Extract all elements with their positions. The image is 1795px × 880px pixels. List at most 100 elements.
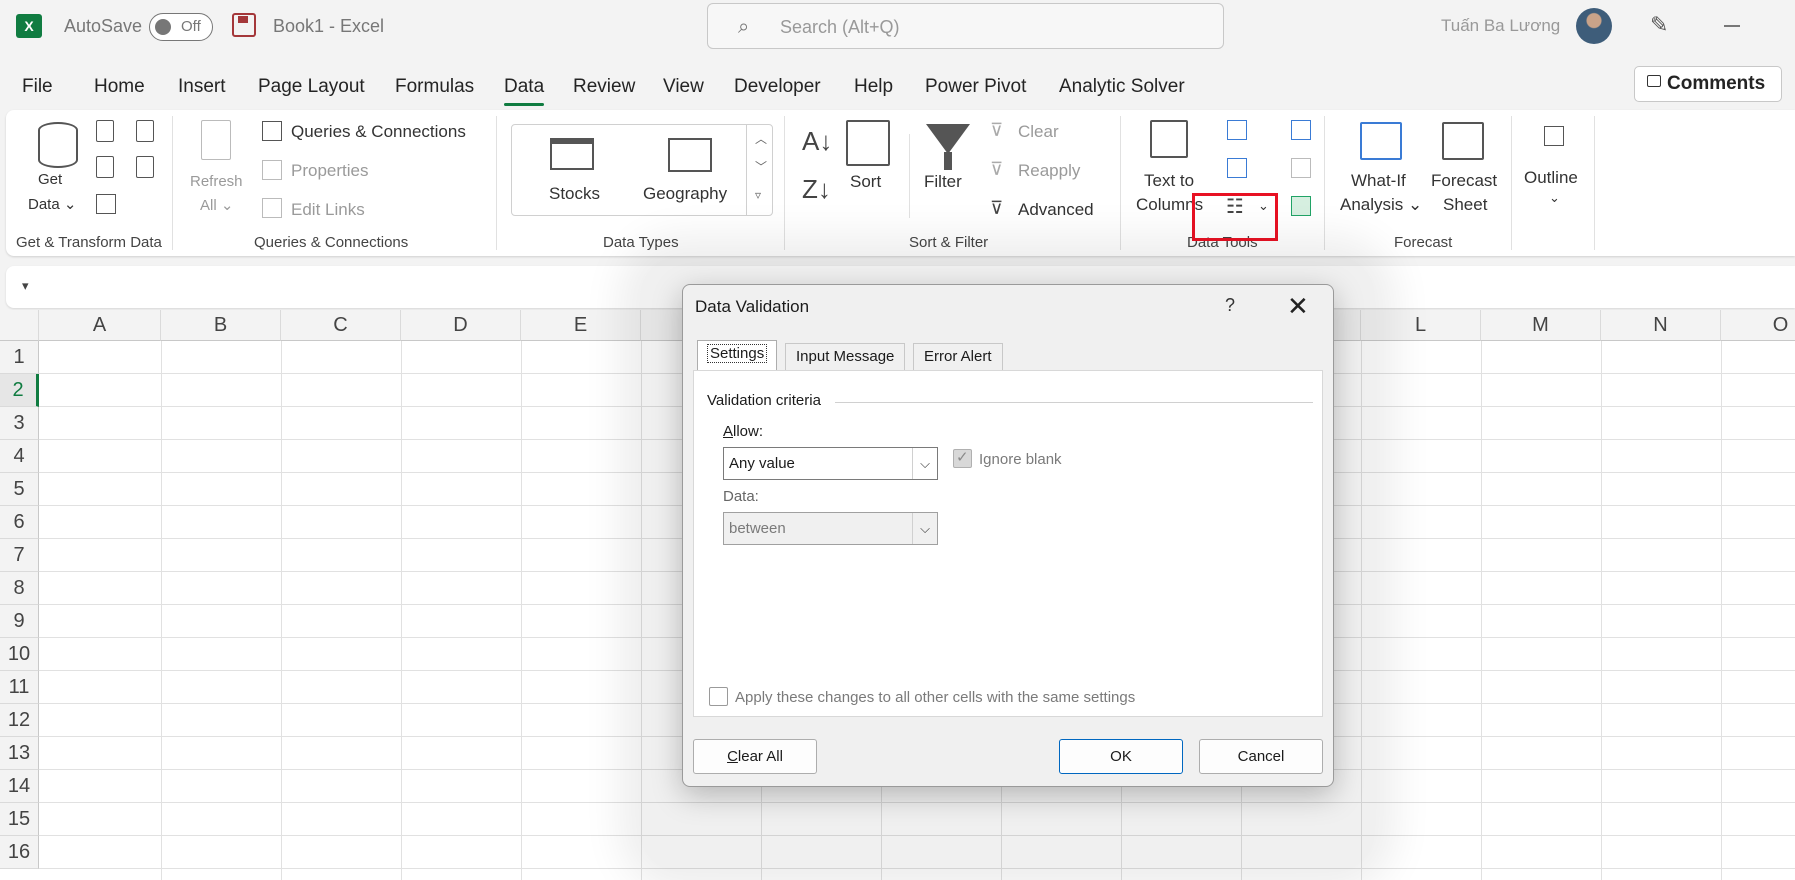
flash-fill-icon[interactable]: [1227, 120, 1247, 140]
ok-button[interactable]: OK: [1059, 739, 1183, 774]
row-header[interactable]: 5: [0, 473, 39, 506]
row-header[interactable]: 14: [0, 770, 39, 803]
what-if-button[interactable]: Analysis ⌄: [1340, 195, 1422, 215]
column-header[interactable]: O: [1721, 310, 1795, 341]
row-header[interactable]: 10: [0, 638, 39, 671]
autosave-toggle[interactable]: Off: [149, 13, 213, 41]
text-to-columns-label[interactable]: Text to: [1144, 171, 1194, 191]
sort-za-icon[interactable]: Z↓: [802, 174, 831, 205]
tab-review[interactable]: Review: [573, 76, 635, 98]
row-header[interactable]: 13: [0, 737, 39, 770]
row-header[interactable]: 9: [0, 605, 39, 638]
clear-button[interactable]: Clear: [1018, 122, 1059, 142]
gallery-scrollbar[interactable]: ︿ ﹀ ▿: [746, 124, 772, 216]
gallery-more-icon[interactable]: ▿: [755, 188, 761, 202]
advanced-button[interactable]: Advanced: [1018, 200, 1094, 220]
recent-sources-icon[interactable]: [136, 120, 154, 142]
filter-button[interactable]: Filter: [924, 172, 962, 192]
gallery-up-icon[interactable]: ︿: [755, 130, 767, 147]
column-header[interactable]: N: [1601, 310, 1721, 341]
apply-all-checkbox[interactable]: [709, 687, 728, 706]
row-header[interactable]: 2: [0, 374, 39, 407]
close-icon[interactable]: ✕: [1287, 291, 1309, 322]
expand-ribbon-icon[interactable]: ▾: [22, 278, 29, 294]
column-header[interactable]: E: [521, 310, 641, 341]
edit-links-button[interactable]: Edit Links: [291, 200, 365, 220]
search-box[interactable]: ⌕ Search (Alt+Q): [707, 3, 1224, 49]
save-icon[interactable]: [232, 13, 256, 37]
allow-select[interactable]: Any value ⌵: [723, 447, 938, 480]
chevron-down-icon[interactable]: ⌵: [912, 448, 937, 479]
comments-button[interactable]: Comments: [1634, 66, 1782, 102]
tab-view[interactable]: View: [663, 76, 704, 98]
row-header[interactable]: 15: [0, 803, 39, 836]
properties-button[interactable]: Properties: [291, 161, 368, 181]
tab-error-alert[interactable]: Error Alert: [913, 343, 1003, 370]
cancel-button[interactable]: Cancel: [1199, 739, 1323, 774]
chevron-down-icon[interactable]: ⌵: [912, 513, 937, 544]
from-text-icon[interactable]: [96, 120, 114, 142]
tab-data[interactable]: Data: [504, 76, 545, 106]
get-data-label[interactable]: Get: [38, 171, 62, 188]
row-header[interactable]: 7: [0, 539, 39, 572]
queries-connections-button[interactable]: Queries & Connections: [291, 122, 466, 142]
help-button[interactable]: ?: [1225, 295, 1235, 316]
column-header[interactable]: D: [401, 310, 521, 341]
row-header[interactable]: 12: [0, 704, 39, 737]
row-header[interactable]: 8: [0, 572, 39, 605]
tab-insert[interactable]: Insert: [178, 76, 226, 98]
refresh-all-label[interactable]: Refresh: [190, 173, 243, 190]
designer-pen-icon[interactable]: ✎: [1650, 12, 1668, 38]
row-header[interactable]: 1: [0, 341, 39, 374]
column-gridline: [1601, 341, 1602, 880]
forecast-sheet-label[interactable]: Forecast: [1431, 171, 1497, 191]
relationships-icon[interactable]: [1291, 158, 1311, 178]
column-header[interactable]: B: [161, 310, 281, 341]
manage-data-model-icon[interactable]: [1291, 196, 1311, 216]
row-header[interactable]: 4: [0, 440, 39, 473]
from-table-icon[interactable]: [96, 194, 116, 214]
tab-power-pivot[interactable]: Power Pivot: [925, 76, 1026, 98]
refresh-all-button[interactable]: All ⌄: [200, 196, 233, 214]
user-name[interactable]: Tuấn Ba Lương: [1441, 16, 1560, 36]
geography-button[interactable]: Geography: [643, 184, 727, 204]
forecast-sheet-button[interactable]: Sheet: [1443, 195, 1487, 215]
reapply-button[interactable]: Reapply: [1018, 161, 1080, 181]
consolidate-icon[interactable]: [1291, 120, 1311, 140]
row-header[interactable]: 6: [0, 506, 39, 539]
existing-connections-icon[interactable]: [136, 156, 154, 178]
tab-settings[interactable]: Settings: [697, 340, 778, 370]
from-web-icon[interactable]: [96, 156, 114, 178]
tab-home[interactable]: Home: [94, 76, 145, 98]
row-header[interactable]: 16: [0, 836, 39, 869]
row-header[interactable]: 3: [0, 407, 39, 440]
column-header[interactable]: A: [39, 310, 161, 341]
column-header[interactable]: L: [1361, 310, 1481, 341]
get-data-button[interactable]: Data ⌄: [28, 195, 76, 213]
select-all-corner[interactable]: [0, 310, 39, 341]
tab-formulas[interactable]: Formulas: [395, 76, 474, 98]
row-header[interactable]: 11: [0, 671, 39, 704]
outline-dropdown-icon[interactable]: ⌄: [1549, 190, 1560, 206]
outline-button[interactable]: Outline: [1524, 168, 1578, 188]
group-get-transform: Get & Transform Data: [16, 234, 162, 251]
column-header[interactable]: C: [281, 310, 401, 341]
tab-input-message[interactable]: Input Message: [785, 343, 906, 370]
sort-az-icon[interactable]: A↓: [802, 126, 832, 157]
tab-file[interactable]: File: [22, 76, 53, 98]
remove-duplicates-icon[interactable]: [1227, 158, 1247, 178]
what-if-label[interactable]: What-If: [1351, 171, 1406, 191]
gallery-down-icon[interactable]: ﹀: [755, 158, 767, 175]
stocks-button[interactable]: Stocks: [549, 184, 600, 204]
minimize-icon[interactable]: [1724, 25, 1740, 27]
tab-page-layout[interactable]: Page Layout: [258, 76, 365, 98]
tab-developer[interactable]: Developer: [734, 76, 821, 98]
sort-button[interactable]: Sort: [850, 172, 881, 192]
tab-help[interactable]: Help: [854, 76, 893, 98]
tab-analytic-solver[interactable]: Analytic Solver: [1059, 76, 1185, 98]
column-header[interactable]: M: [1481, 310, 1601, 341]
avatar[interactable]: [1576, 8, 1612, 44]
ignore-blank-checkbox[interactable]: ✓: [953, 449, 972, 468]
data-select[interactable]: between ⌵: [723, 512, 938, 545]
clear-all-button[interactable]: Clear All: [693, 739, 817, 774]
